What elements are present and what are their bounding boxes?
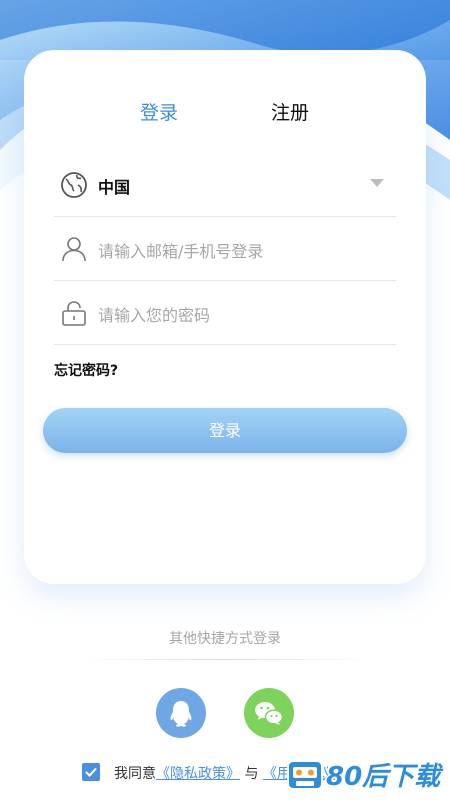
divider [80,659,370,660]
user-icon [60,235,88,263]
checkmark-icon [85,767,97,777]
chevron-down-icon[interactable] [370,179,384,187]
privacy-policy-link[interactable]: 《隐私政策》 [156,766,240,782]
tab-register[interactable]: 注册 [271,98,309,125]
forgot-password-link[interactable]: 忘记密码? [54,360,118,380]
email-field[interactable]: 请输入邮箱/手机号登录 [54,216,396,281]
country-selector[interactable]: 中国 [54,152,396,217]
country-value: 中国 [98,178,131,197]
agreement-checkbox[interactable] [82,763,100,781]
wechat-icon [255,702,284,725]
cassette-logo-icon [287,760,323,790]
qq-login-button[interactable] [156,688,206,738]
qq-icon [170,701,192,727]
globe-icon [60,171,88,199]
password-input[interactable]: 请输入您的密码 [98,302,210,326]
password-field[interactable]: 请输入您的密码 [54,280,396,345]
agreement-prefix: 我同意 [114,766,156,782]
quick-login-title: 其他快捷方式登录 [169,631,281,647]
tab-login[interactable]: 登录 [140,98,178,125]
watermark: 80后下载 [286,752,450,796]
email-input[interactable]: 请输入邮箱/手机号登录 [98,238,263,262]
wechat-login-button[interactable] [244,688,294,738]
login-button[interactable]: 登录 [43,408,407,453]
watermark-text: 80后下载 [326,762,441,792]
lock-icon [60,299,88,327]
agreement-and: 与 [244,766,259,782]
